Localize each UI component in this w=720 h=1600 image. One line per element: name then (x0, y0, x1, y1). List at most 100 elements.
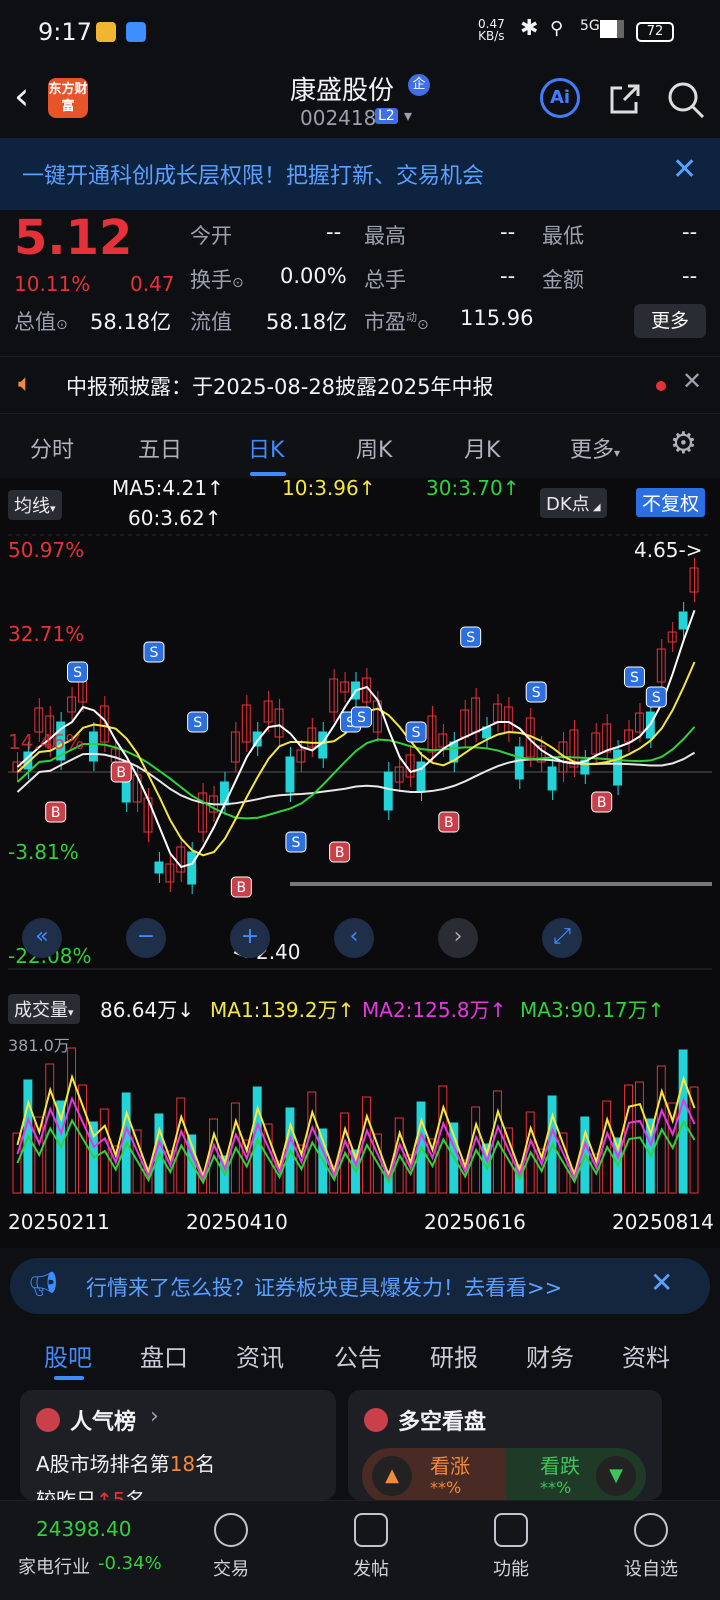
scroll-left-button[interactable]: ‹ (334, 918, 374, 958)
tab-profile[interactable]: 资料 (622, 1338, 670, 1373)
bottom-toolbar: 24398.40 家电行业 -0.34% 交易 发帖 功能 设自选 (0, 1500, 720, 1600)
stock-name: 康盛股份 (290, 76, 395, 106)
volume-plot (12, 1047, 699, 1194)
versus-icon (364, 1408, 388, 1432)
bull-bear-title: 多空看盘 (398, 1410, 487, 1435)
ma30-label: 30:3.70↑ (426, 476, 520, 500)
notice-close-icon[interactable]: ✕ (682, 367, 702, 395)
candle (678, 611, 688, 630)
open-label: 今开 (190, 224, 232, 248)
kline-tabs: 分时 五日 日K 周K 月K 更多▾ ⚙ (0, 414, 720, 478)
rank-compare: 较昨日↑5名 (36, 1488, 146, 1500)
candle (154, 861, 164, 874)
settings-icon[interactable]: ⚙ (670, 426, 697, 461)
app-logo[interactable]: 东方财富 (48, 78, 88, 118)
tab-financials[interactable]: 财务 (526, 1338, 574, 1373)
tab-weekly-k[interactable]: 周K (356, 432, 392, 464)
tab-more[interactable]: 更多▾ (570, 432, 620, 464)
candle (263, 700, 273, 723)
bull-pct: **% (430, 1478, 462, 1497)
tab-daily-k[interactable]: 日K (248, 432, 284, 464)
candle (547, 766, 557, 791)
scroll-right-button[interactable]: › (438, 918, 478, 958)
more-button[interactable]: 更多 (634, 304, 706, 338)
search-icon[interactable] (666, 80, 706, 120)
marker-label: S (532, 685, 541, 701)
tab-news[interactable]: 资讯 (236, 1338, 284, 1373)
quote-panel: 5.12 10.11% 0.47 今开 -- 最高 -- 最低 -- 换手⊙ 0… (0, 210, 720, 355)
bear-label: 看跌 (540, 1454, 580, 1478)
market-cap-label[interactable]: 总值⊙ (14, 306, 68, 336)
pe-label[interactable]: 市盈动⊙ (364, 306, 429, 336)
tab-announcements[interactable]: 公告 (334, 1338, 382, 1373)
promo-banner[interactable]: 一键开通科创成长层权限！把握打新、交易机会 ✕ (0, 138, 720, 210)
current-price: 5.12 (14, 210, 133, 266)
grid-icon (494, 1513, 528, 1547)
ma-selector[interactable]: 均线▾ (8, 490, 62, 520)
bear-button[interactable]: 看跌 **% ▼ (506, 1448, 646, 1500)
marker-label: B (51, 805, 61, 821)
tab-five-day[interactable]: 五日 (138, 432, 182, 464)
volume-bar (12, 1132, 22, 1194)
date-1: 20250211 (8, 1210, 110, 1234)
speaker-icon: 🔈︎ (18, 369, 33, 397)
back-icon[interactable]: ‹ (14, 74, 29, 118)
promo-close-icon[interactable]: ✕ (650, 1266, 673, 1299)
y-label-3: 14.46% (8, 730, 85, 754)
edit-icon (354, 1513, 388, 1547)
marker-label: S (630, 670, 639, 686)
tab-order-book[interactable]: 盘口 (140, 1338, 188, 1373)
low-value: -- (682, 220, 698, 244)
zoom-out-button[interactable]: − (126, 918, 166, 958)
tab-intraday[interactable]: 分时 (30, 432, 74, 464)
kline-chart[interactable]: 均线▾ MA5:4.21↑ 10:3.96↑ 30:3.70↑ 60:3.62↑… (0, 476, 720, 1248)
dk-selector[interactable]: DK点 ◢ (540, 488, 607, 518)
industry-name[interactable]: 家电行业 (18, 1553, 90, 1579)
tab-forum[interactable]: 股吧 (44, 1338, 92, 1373)
functions-button[interactable]: 功能 (466, 1513, 556, 1581)
notice-bar[interactable]: 🔈︎ 中报预披露：于2025-08-28披露2025年中报 ✕ (0, 356, 720, 414)
adjust-selector[interactable]: 不复权 (636, 488, 706, 517)
signal-icon (600, 20, 624, 38)
status-bar: 9:17 0.47 KB/s ✱ ⚲ 5G 72 (0, 0, 720, 64)
share-icon[interactable] (606, 82, 642, 118)
index-value: 24398.40 (36, 1517, 132, 1541)
trade-button[interactable]: 交易 (186, 1513, 276, 1581)
marker-label: S (412, 725, 421, 741)
volume-selector[interactable]: 成交量▾ (8, 994, 80, 1024)
fullscreen-button[interactable]: ⤢ (542, 918, 582, 958)
popularity-card[interactable]: 人气榜 › A股市场排名第18名 较昨日↑5名 (20, 1390, 336, 1500)
marker-label: S (150, 645, 159, 661)
scroll-left-fast-button[interactable]: « (22, 918, 62, 958)
zoom-in-button[interactable]: + (230, 918, 270, 958)
post-button[interactable]: 发帖 (326, 1513, 416, 1581)
change-amount: 0.47 (130, 272, 175, 296)
marker-label: S (291, 835, 300, 851)
bull-button[interactable]: ▲ 看涨 **% (362, 1448, 506, 1500)
ranking-icon (36, 1408, 60, 1432)
add-watchlist-button[interactable]: 设自选 (606, 1513, 696, 1581)
turnover-label[interactable]: 换手⊙ (190, 264, 244, 294)
bull-bear-card[interactable]: 多空看盘 ▲ 看涨 **% 看跌 **% ▼ (348, 1390, 662, 1500)
vol-ma2-label: MA2:125.8万↑ (362, 998, 507, 1022)
notice-text: 中报预披露：于2025-08-28披露2025年中报 (66, 375, 494, 399)
ai-assistant-button[interactable]: Ai (540, 78, 580, 118)
candle (285, 756, 295, 793)
date-2: 20250410 (186, 1210, 288, 1234)
close-icon[interactable]: ✕ (672, 152, 697, 187)
candle (613, 749, 623, 786)
tab-research[interactable]: 研报 (430, 1338, 478, 1373)
market-cap-value: 58.18亿 (90, 310, 172, 334)
candlestick-plot[interactable]: BSBSSBSBS SSBSSBSS (0, 532, 720, 972)
ma60-label: 60:3.62↑ (128, 506, 222, 530)
promo-text: 行情来了怎么投？证券板块更具爆发力！去看看>> (86, 1276, 563, 1300)
promo-strip[interactable]: 📢︎ 行情来了怎么投？证券板块更具爆发力！去看看>> ✕ (10, 1258, 710, 1314)
candle (471, 697, 481, 733)
trade-icon (214, 1513, 248, 1547)
tab-monthly-k[interactable]: 月K (464, 432, 500, 464)
marker-label: B (237, 880, 247, 896)
unread-dot (656, 381, 666, 391)
marker-label: S (466, 630, 475, 646)
dropdown-icon[interactable]: ▾ (404, 106, 412, 125)
candle (296, 749, 306, 763)
